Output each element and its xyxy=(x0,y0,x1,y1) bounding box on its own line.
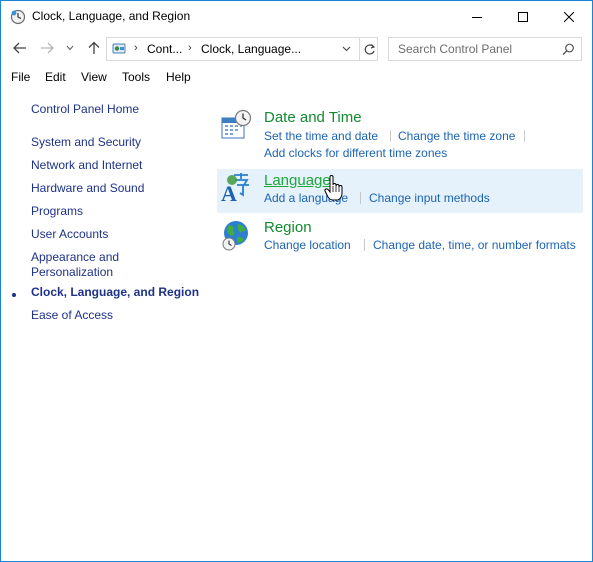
sidebar-item-ease-of-access[interactable]: Ease of Access xyxy=(31,308,113,323)
sidebar-control-panel-home[interactable]: Control Panel Home xyxy=(31,102,139,117)
sidebar-item-system-and-security[interactable]: System and Security xyxy=(31,135,141,150)
arrow-up-icon xyxy=(88,41,100,54)
arrow-left-icon xyxy=(13,42,26,54)
sidebar-item-appearance-and-personalization[interactable]: Appearance and Personalization xyxy=(31,250,119,280)
region-heading[interactable]: Region xyxy=(264,219,312,236)
menu-view[interactable]: View xyxy=(81,70,107,84)
category-date-and-time: Date and Time Set the time and date Chan… xyxy=(217,107,583,163)
chevron-down-icon xyxy=(342,46,350,52)
window-title: Clock, Language, and Region xyxy=(32,9,191,23)
current-item-bullet xyxy=(12,293,16,297)
breadcrumb-separator[interactable]: › xyxy=(188,42,192,54)
minimize-icon xyxy=(472,16,482,18)
breadcrumb-control-panel[interactable]: Cont... xyxy=(147,42,182,56)
menu-help[interactable]: Help xyxy=(166,70,191,84)
back-button[interactable] xyxy=(10,38,30,58)
link-separator xyxy=(524,130,525,142)
recent-locations-button[interactable] xyxy=(63,38,77,58)
menu-tools[interactable]: Tools xyxy=(122,70,150,84)
add-clocks-link[interactable]: Add clocks for different time zones xyxy=(264,146,447,160)
sidebar-item-user-accounts[interactable]: User Accounts xyxy=(31,227,108,242)
hand-cursor-icon xyxy=(324,175,343,201)
navigation-bar: › Cont... › Clock, Language... xyxy=(1,32,592,66)
minimize-button[interactable] xyxy=(454,1,500,32)
search-icon[interactable] xyxy=(560,42,576,58)
category-region: Region Change location Change date, time… xyxy=(217,217,583,257)
menu-edit[interactable]: Edit xyxy=(45,70,66,84)
maximize-button[interactable] xyxy=(500,1,546,32)
chevron-down-icon xyxy=(66,45,74,51)
link-separator xyxy=(360,192,361,204)
search-input[interactable] xyxy=(390,39,558,59)
breadcrumb-current[interactable]: Clock, Language... xyxy=(201,42,301,56)
change-input-methods-link[interactable]: Change input methods xyxy=(369,191,490,205)
globe-clock-icon xyxy=(222,221,248,251)
close-button[interactable] xyxy=(546,1,592,32)
search-box[interactable] xyxy=(388,37,582,61)
set-time-and-date-link[interactable]: Set the time and date xyxy=(264,129,378,143)
arrow-right-icon xyxy=(41,42,54,54)
change-formats-link[interactable]: Change date, time, or number formats xyxy=(373,238,576,252)
sidebar-item-hardware-and-sound[interactable]: Hardware and Sound xyxy=(31,181,144,196)
title-bar[interactable]: Clock, Language, and Region xyxy=(1,1,592,32)
sidebar-item-programs[interactable]: Programs xyxy=(31,204,83,219)
menu-bar: File Edit View Tools Help xyxy=(1,66,592,88)
control-panel-window: Clock, Language, and Region › Cont... › … xyxy=(0,0,593,562)
change-location-link[interactable]: Change location xyxy=(264,238,351,252)
change-time-zone-link[interactable]: Change the time zone xyxy=(398,129,515,143)
refresh-button[interactable] xyxy=(359,38,378,60)
link-separator xyxy=(364,239,365,251)
up-button[interactable] xyxy=(84,38,104,58)
category-language[interactable]: A Language Add a language Change input m… xyxy=(217,169,583,213)
forward-button[interactable] xyxy=(37,38,57,58)
calendar-clock-icon xyxy=(221,109,252,139)
address-bar[interactable]: › Cont... › Clock, Language... xyxy=(106,37,378,61)
date-and-time-heading[interactable]: Date and Time xyxy=(264,109,362,126)
close-icon xyxy=(564,11,574,22)
sidebar-item-clock-language-region[interactable]: Clock, Language, and Region xyxy=(31,285,199,300)
language-heading[interactable]: Language xyxy=(264,172,331,189)
refresh-icon xyxy=(364,43,375,55)
menu-file[interactable]: File xyxy=(11,70,30,84)
control-panel-clock-icon xyxy=(10,9,26,25)
breadcrumb-separator[interactable]: › xyxy=(134,42,138,54)
link-separator xyxy=(390,130,391,142)
svg-text:A: A xyxy=(221,181,237,203)
address-dropdown-button[interactable] xyxy=(339,42,353,56)
sidebar-item-network-and-internet[interactable]: Network and Internet xyxy=(31,158,142,173)
maximize-icon xyxy=(518,11,528,22)
language-icon: A xyxy=(221,173,249,203)
control-panel-icon xyxy=(112,43,126,54)
